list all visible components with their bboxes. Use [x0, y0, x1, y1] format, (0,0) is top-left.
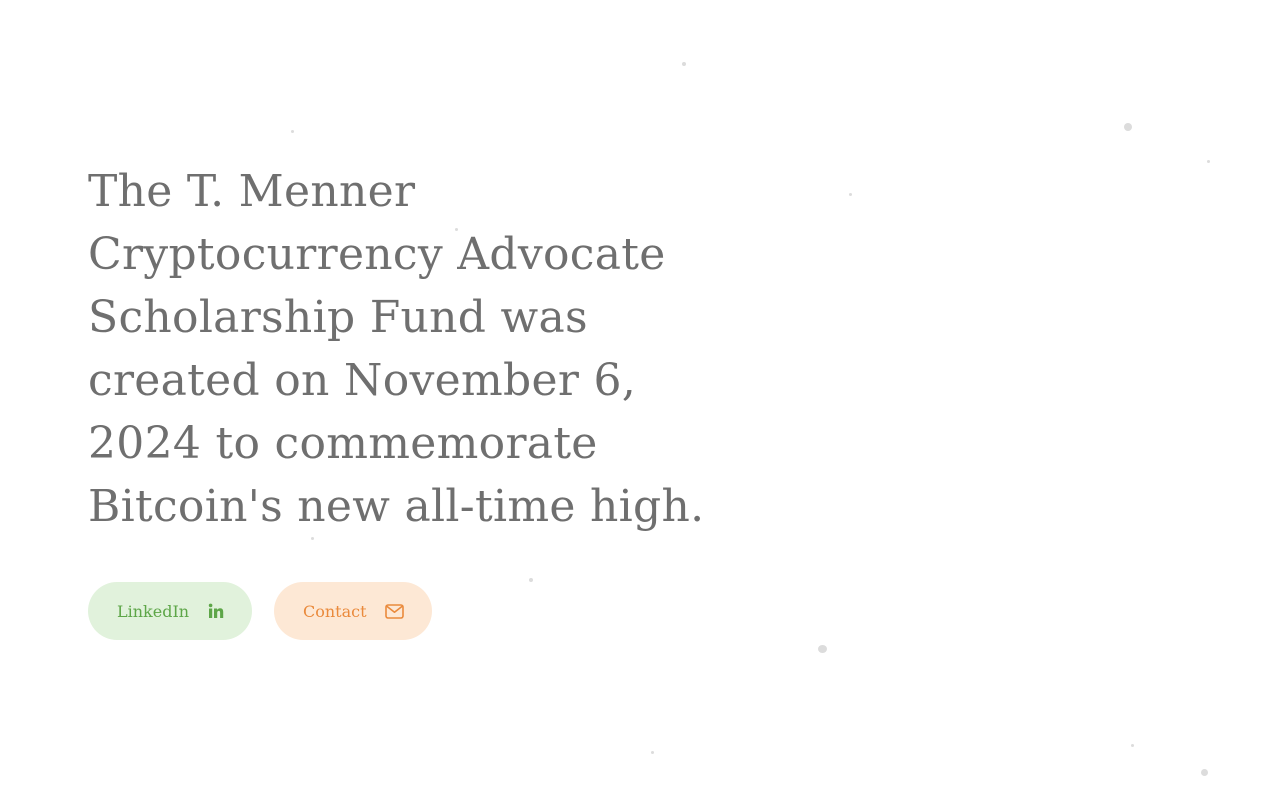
background-dot [651, 751, 654, 754]
background-dot [849, 193, 852, 196]
background-dot [1131, 744, 1134, 747]
background-dot [529, 578, 533, 582]
background-dot [291, 130, 294, 133]
contact-button[interactable]: Contact [274, 582, 432, 640]
linkedin-button[interactable]: LinkedIn [88, 582, 252, 640]
linkedin-button-label: LinkedIn [117, 601, 190, 621]
contact-button-label: Contact [303, 601, 367, 621]
hero-section: The T. Menner Cryptocurrency Advocate Sc… [88, 160, 728, 538]
background-dot [1124, 123, 1132, 131]
background-dot [682, 62, 686, 66]
action-buttons: LinkedIn Contact [88, 582, 432, 640]
hero-headline: The T. Menner Cryptocurrency Advocate Sc… [88, 166, 705, 532]
linkedin-icon [208, 603, 224, 619]
envelope-icon [385, 603, 404, 619]
background-dot [1201, 769, 1208, 776]
background-dot [818, 645, 827, 653]
background-dot [1207, 160, 1210, 163]
